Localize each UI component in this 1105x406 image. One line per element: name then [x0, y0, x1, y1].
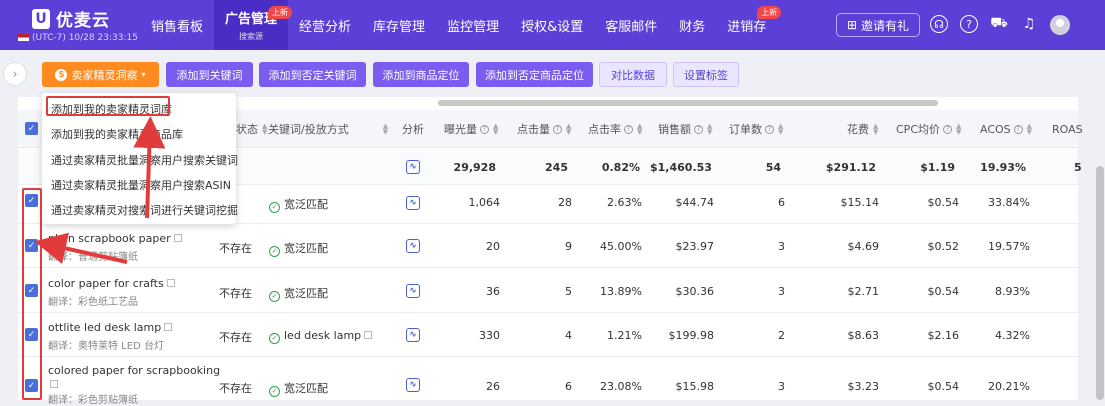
arrow-to-checkbox [34, 232, 128, 264]
annotation-arrows [34, 116, 166, 264]
arrow-to-menu-item [133, 116, 166, 219]
